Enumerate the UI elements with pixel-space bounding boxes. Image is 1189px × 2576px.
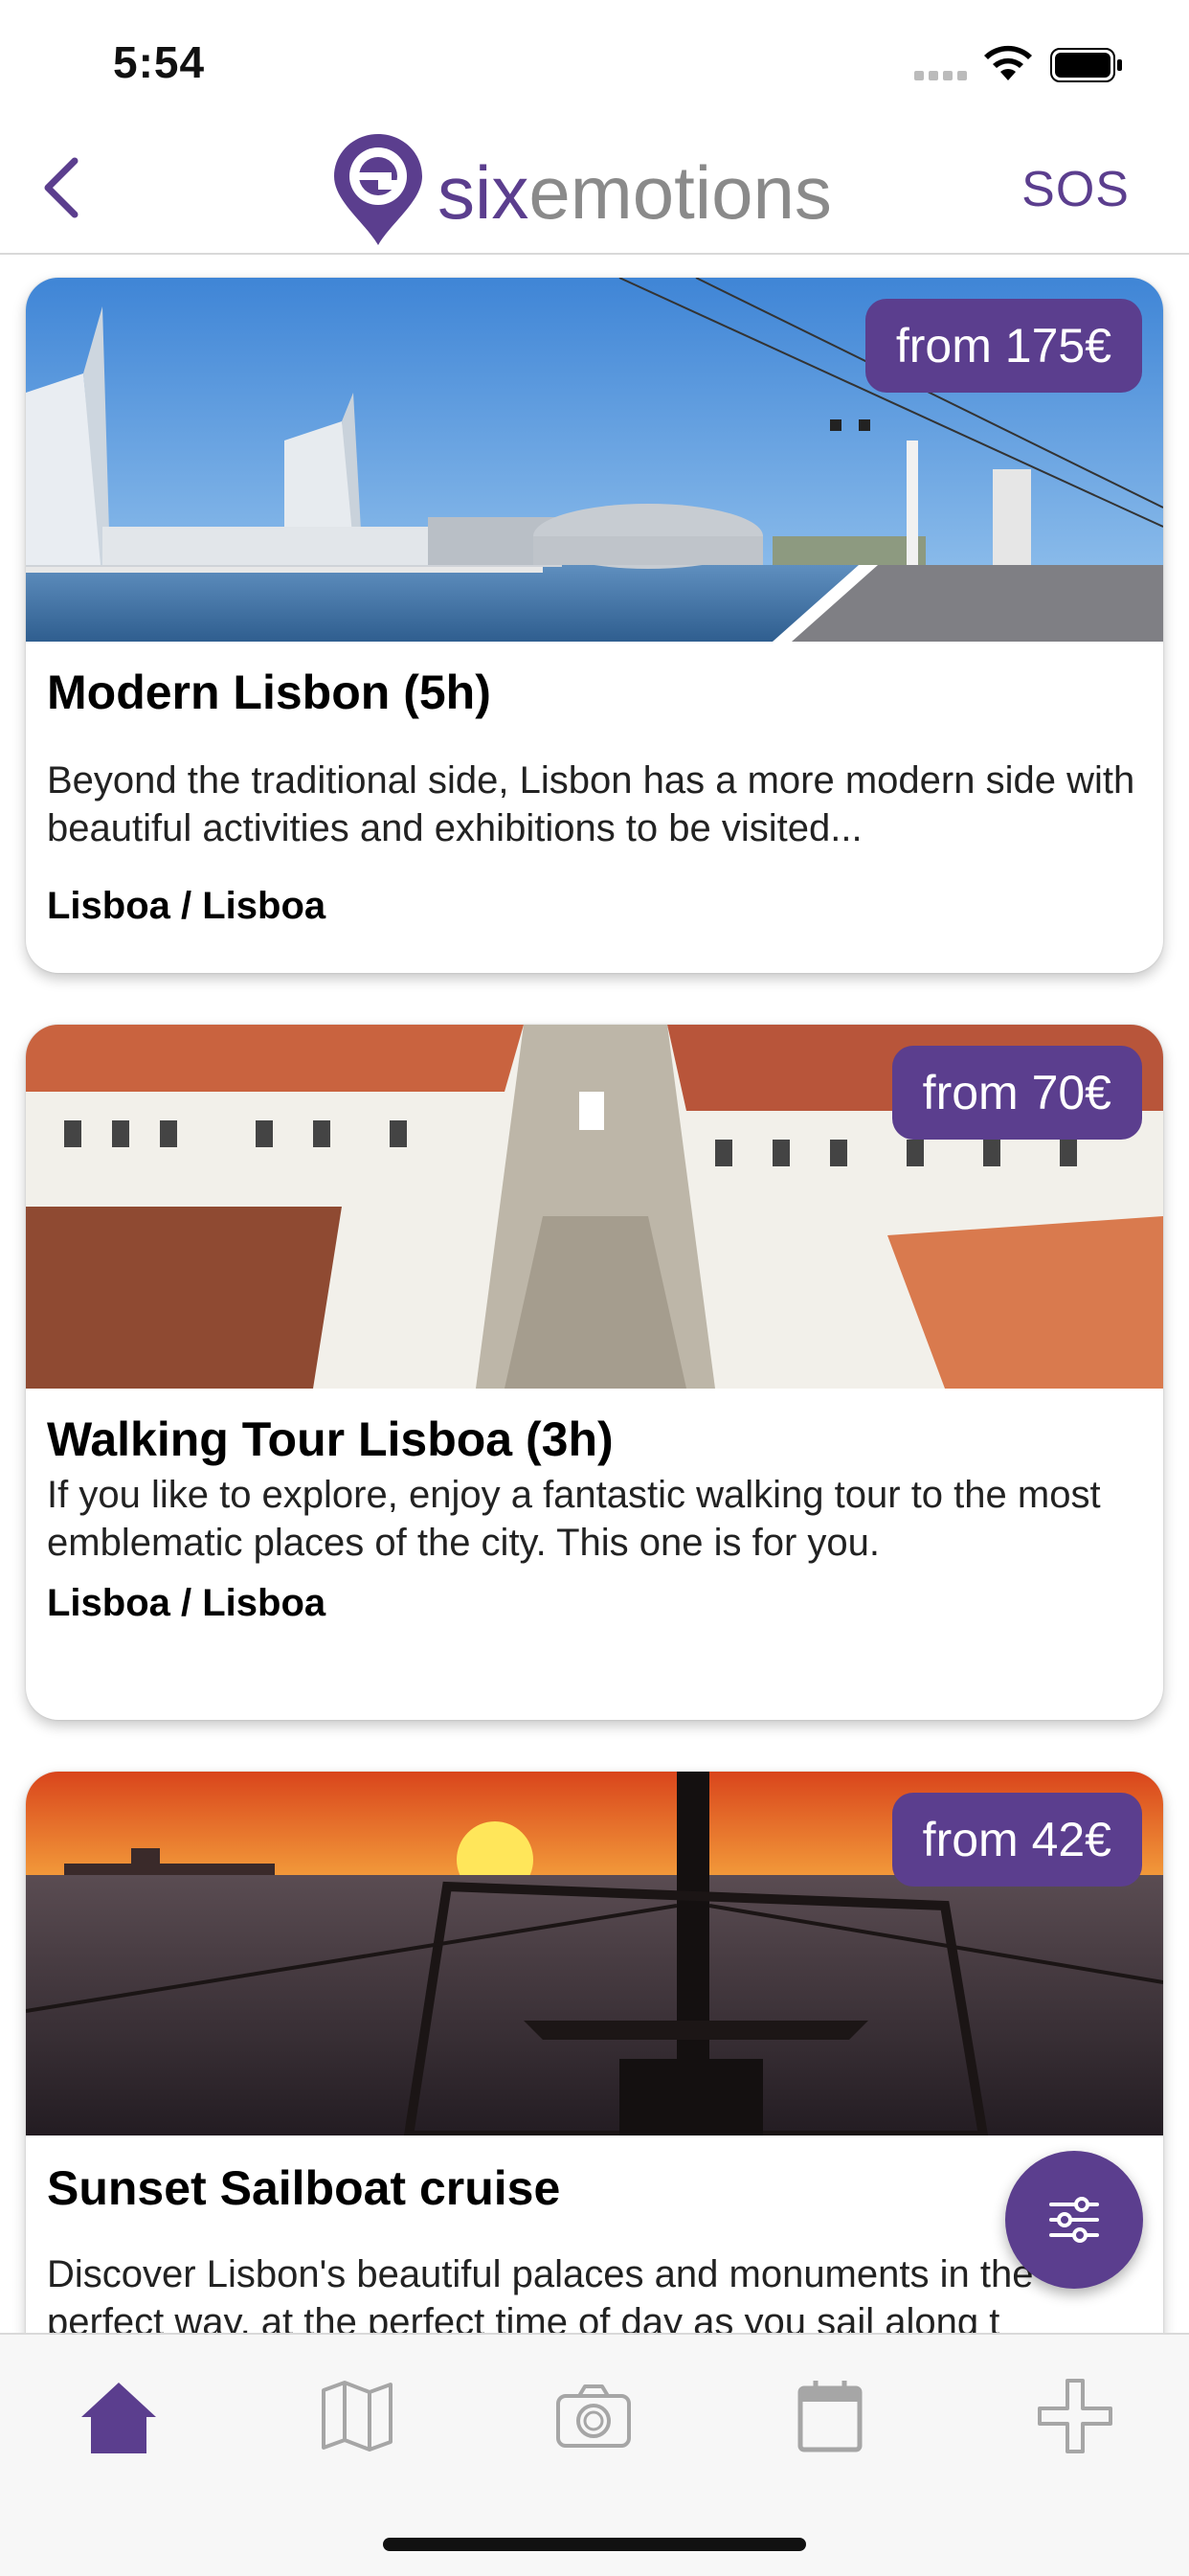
card-location: Lisboa / Lisboa — [47, 885, 326, 927]
tab-map[interactable] — [314, 2373, 400, 2459]
tab-calendar[interactable] — [787, 2373, 873, 2459]
logo-text-six: six — [437, 150, 529, 235]
sos-button[interactable]: SOS — [1021, 161, 1130, 218]
chevron-left-icon — [44, 157, 79, 218]
card-image-walking-tour[interactable]: from 70€ — [26, 1025, 1163, 1389]
card-title: Walking Tour Lisboa (3h) — [47, 1412, 614, 1466]
status-time: 5:54 — [113, 37, 206, 87]
home-icon — [81, 2383, 156, 2453]
wifi-icon — [984, 45, 1032, 80]
card-image-modern-lisbon[interactable]: from 175€ — [26, 278, 1163, 642]
tab-camera[interactable] — [550, 2373, 637, 2459]
sixemotions-logo: sixemotions — [330, 130, 866, 249]
location-pin-logo-icon — [334, 134, 422, 245]
price-badge: from 42€ — [891, 1793, 1142, 1887]
card-description: If you like to explore, enjoy a fantasti… — [47, 1474, 1101, 1564]
tab-add[interactable] — [1032, 2373, 1118, 2459]
battery-icon — [1050, 48, 1122, 82]
logo-wordmark: sixemotions — [437, 149, 832, 237]
logo-text-emotions: emotions — [528, 150, 832, 235]
card-title: Modern Lisbon (5h) — [47, 666, 491, 719]
status-bar: 5:54 — [0, 0, 1189, 124]
price-badge: from 70€ — [891, 1046, 1142, 1140]
experience-card[interactable]: from 70€ Walking Tour Lisboa (3h) If you… — [26, 1025, 1163, 1720]
cellular-signal-icon — [914, 71, 967, 80]
plus-icon — [1038, 2379, 1112, 2453]
experience-list[interactable]: from 175€ Modern Lisbon (5h) Beyond the … — [0, 255, 1189, 2333]
experience-card[interactable]: from 42€ Sunset Sailboat cruise Discover… — [26, 1772, 1163, 2333]
sliders-icon — [1049, 2197, 1099, 2243]
calendar-icon — [797, 2381, 863, 2452]
navigation-bar: sixemotions SOS — [0, 124, 1189, 255]
home-indicator — [383, 2538, 806, 2551]
filter-button[interactable] — [1005, 2151, 1143, 2289]
tab-home[interactable] — [76, 2373, 162, 2459]
camera-icon — [556, 2384, 631, 2448]
back-button[interactable] — [27, 149, 103, 226]
price-badge: from 175€ — [864, 299, 1142, 393]
experience-card[interactable]: from 175€ Modern Lisbon (5h) Beyond the … — [26, 278, 1163, 973]
card-title: Sunset Sailboat cruise — [47, 2161, 561, 2215]
card-image-sunset-cruise[interactable]: from 42€ — [26, 1772, 1163, 2135]
card-description: Beyond the traditional side, Lisbon has … — [47, 759, 1135, 849]
card-description: Discover Lisbon's beautiful palaces and … — [47, 2253, 1034, 2333]
card-location: Lisboa / Lisboa — [47, 1582, 326, 1624]
map-icon — [322, 2381, 393, 2452]
